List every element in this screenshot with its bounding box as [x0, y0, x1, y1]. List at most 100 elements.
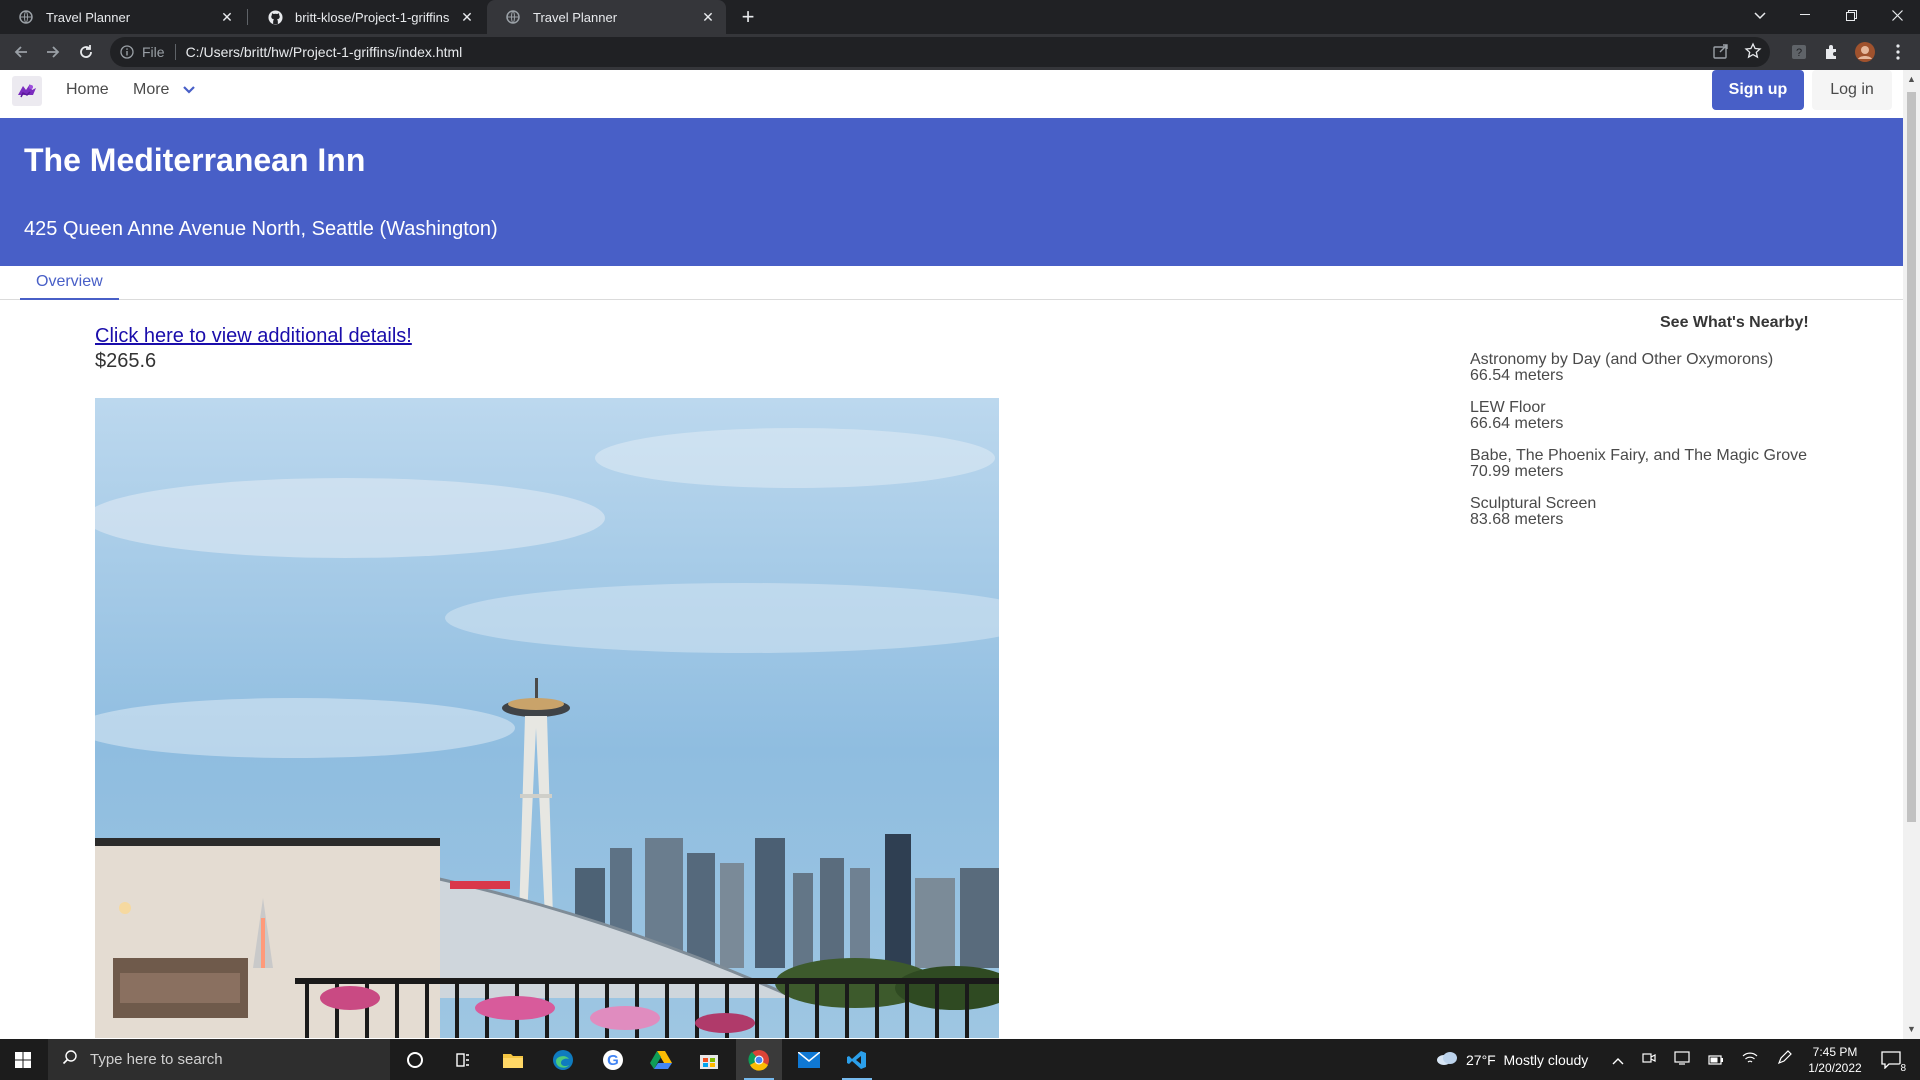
nearby-item: Sculptural Screen 83.68 meters: [1470, 496, 1890, 528]
nearby-item-name: Sculptural Screen: [1470, 495, 1597, 512]
browser-tab-2[interactable]: britt-klose/Project-1-griffins ✕: [249, 0, 485, 34]
additional-details-link[interactable]: Click here to view additional details!: [95, 325, 412, 348]
display-icon[interactable]: [1674, 1051, 1690, 1068]
info-icon[interactable]: [118, 43, 136, 61]
google-chrome-shortcut-icon[interactable]: G: [590, 1039, 636, 1080]
bookmark-star-icon[interactable]: [1744, 42, 1762, 65]
browser-tab-title: Travel Planner: [533, 9, 618, 25]
tab-separator: [247, 9, 248, 25]
close-icon[interactable]: ✕: [698, 7, 718, 27]
browser-toolbar: File C:/Users/britt/hw/Project-1-griffin…: [0, 34, 1920, 70]
window-controls: [1782, 0, 1920, 30]
globe-icon: [505, 9, 521, 25]
restore-icon[interactable]: [1828, 0, 1874, 30]
address-bar[interactable]: File C:/Users/britt/hw/Project-1-griffin…: [110, 37, 1770, 67]
cloud-icon: [1436, 1051, 1458, 1068]
nearby-list: Astronomy by Day (and Other Oxymorons) 6…: [1470, 352, 1890, 544]
extensions-puzzle-icon[interactable]: [1820, 40, 1844, 64]
battery-icon[interactable]: [1708, 1052, 1724, 1068]
clock-date: 1/20/2022: [1808, 1061, 1862, 1075]
wifi-icon[interactable]: [1742, 1051, 1758, 1068]
svg-text:?: ?: [1796, 47, 1802, 59]
scrollbar-thumb[interactable]: [1907, 92, 1916, 822]
nav-home-link[interactable]: Home: [66, 81, 109, 99]
omnibox-separator: [174, 44, 176, 60]
notification-center-icon[interactable]: 8: [1868, 1039, 1914, 1080]
hotel-address: 425 Queen Anne Avenue North, Seattle (Wa…: [24, 218, 498, 240]
hotel-title: The Mediterranean Inn: [24, 142, 366, 178]
microsoft-store-icon[interactable]: [686, 1039, 732, 1080]
taskbar-search-placeholder: Type here to search: [90, 1051, 223, 1068]
tab-search-chevron-icon[interactable]: [1748, 4, 1772, 28]
minimize-icon[interactable]: [1782, 0, 1828, 30]
cortana-icon[interactable]: [392, 1039, 438, 1080]
browser-menu-icon[interactable]: [1886, 40, 1910, 64]
nearby-item-distance: 66.54 meters: [1470, 367, 1564, 384]
chevron-down-icon: [182, 81, 196, 99]
system-tray: [1612, 1039, 1792, 1080]
nearby-item: Astronomy by Day (and Other Oxymorons) 6…: [1470, 352, 1890, 384]
nearby-item-name: Astronomy by Day (and Other Oxymorons): [1470, 351, 1774, 368]
nearby-title: See What's Nearby!: [1660, 314, 1809, 331]
url-scheme-label: File: [142, 44, 165, 60]
notification-count-badge: 8: [1898, 1063, 1908, 1074]
weather-widget[interactable]: 27°F Mostly cloudy: [1436, 1039, 1588, 1080]
reload-icon[interactable]: [74, 40, 98, 64]
site-navbar: Home More Sign up Log in: [0, 70, 1903, 118]
file-explorer-icon[interactable]: [490, 1039, 536, 1080]
login-button[interactable]: Log in: [1812, 70, 1892, 110]
hotel-photo: [95, 398, 999, 1038]
tab-overview[interactable]: Overview: [20, 266, 119, 300]
google-drive-icon[interactable]: [638, 1039, 684, 1080]
browser-tab-title: Travel Planner: [46, 9, 131, 25]
clock-time: 7:45 PM: [1812, 1045, 1858, 1059]
chrome-taskbar-icon[interactable]: [736, 1039, 782, 1080]
nav-more-dropdown[interactable]: More: [133, 81, 196, 99]
browser-tab-title: britt-klose/Project-1-griffins: [295, 9, 450, 25]
url-text[interactable]: C:/Users/britt/hw/Project-1-griffins/ind…: [186, 44, 463, 60]
scroll-down-arrow-icon[interactable]: ▼: [1906, 1024, 1917, 1035]
nearby-item-distance: 70.99 meters: [1470, 463, 1564, 480]
taskbar-search-box[interactable]: Type here to search: [48, 1039, 390, 1080]
meet-now-icon[interactable]: [1642, 1051, 1656, 1068]
nearby-item-name: LEW Floor: [1470, 399, 1546, 416]
vscode-icon[interactable]: [834, 1039, 880, 1080]
weather-text: 27°F Mostly cloudy: [1466, 1051, 1589, 1068]
mail-icon[interactable]: [786, 1039, 832, 1080]
content-tabs: Overview: [0, 266, 1903, 300]
window-close-icon[interactable]: [1874, 0, 1920, 30]
task-view-icon[interactable]: [440, 1039, 486, 1080]
forward-arrow-icon[interactable]: [41, 40, 65, 64]
scroll-up-arrow-icon[interactable]: ▲: [1906, 74, 1917, 85]
browser-tab-1[interactable]: Travel Planner ✕: [0, 0, 245, 34]
omnibox-actions: [1712, 42, 1762, 65]
svg-text:G: G: [607, 1052, 619, 1069]
windows-start-icon[interactable]: [0, 1039, 46, 1080]
extension-unknown-icon[interactable]: ?: [1787, 40, 1811, 64]
browser-tab-3[interactable]: Travel Planner ✕: [487, 0, 726, 34]
close-icon[interactable]: ✕: [457, 7, 477, 27]
site-logo[interactable]: [12, 76, 42, 106]
edge-icon[interactable]: [540, 1039, 586, 1080]
page-viewport: Home More Sign up Log in The Mediterrane…: [0, 70, 1903, 1039]
hotel-price: $265.6: [95, 350, 157, 372]
github-icon: [267, 9, 283, 25]
search-icon: [62, 1049, 78, 1070]
share-icon[interactable]: [1712, 42, 1730, 65]
profile-avatar[interactable]: [1853, 40, 1877, 64]
signup-button[interactable]: Sign up: [1712, 70, 1804, 110]
back-arrow-icon[interactable]: [9, 40, 33, 64]
close-icon[interactable]: ✕: [217, 7, 237, 27]
nearby-item-distance: 66.64 meters: [1470, 415, 1564, 432]
globe-icon: [18, 9, 34, 25]
taskbar-clock[interactable]: 7:45 PM 1/20/2022: [1790, 1044, 1880, 1076]
nearby-item: LEW Floor 66.64 meters: [1470, 400, 1890, 432]
browser-tab-strip: Travel Planner ✕ britt-klose/Project-1-g…: [0, 0, 1920, 34]
new-tab-button[interactable]: +: [736, 4, 760, 29]
windows-taskbar: Type here to search G 27°F Mostly cloudy: [0, 1039, 1920, 1080]
page-scrollbar[interactable]: ▲ ▼: [1903, 70, 1920, 1039]
hero-banner: The Mediterranean Inn 425 Queen Anne Ave…: [0, 118, 1903, 266]
nearby-item-name: Babe, The Phoenix Fairy, and The Magic G…: [1470, 447, 1808, 464]
chevron-up-icon[interactable]: [1612, 1052, 1624, 1068]
nav-more-label: More: [133, 81, 170, 99]
